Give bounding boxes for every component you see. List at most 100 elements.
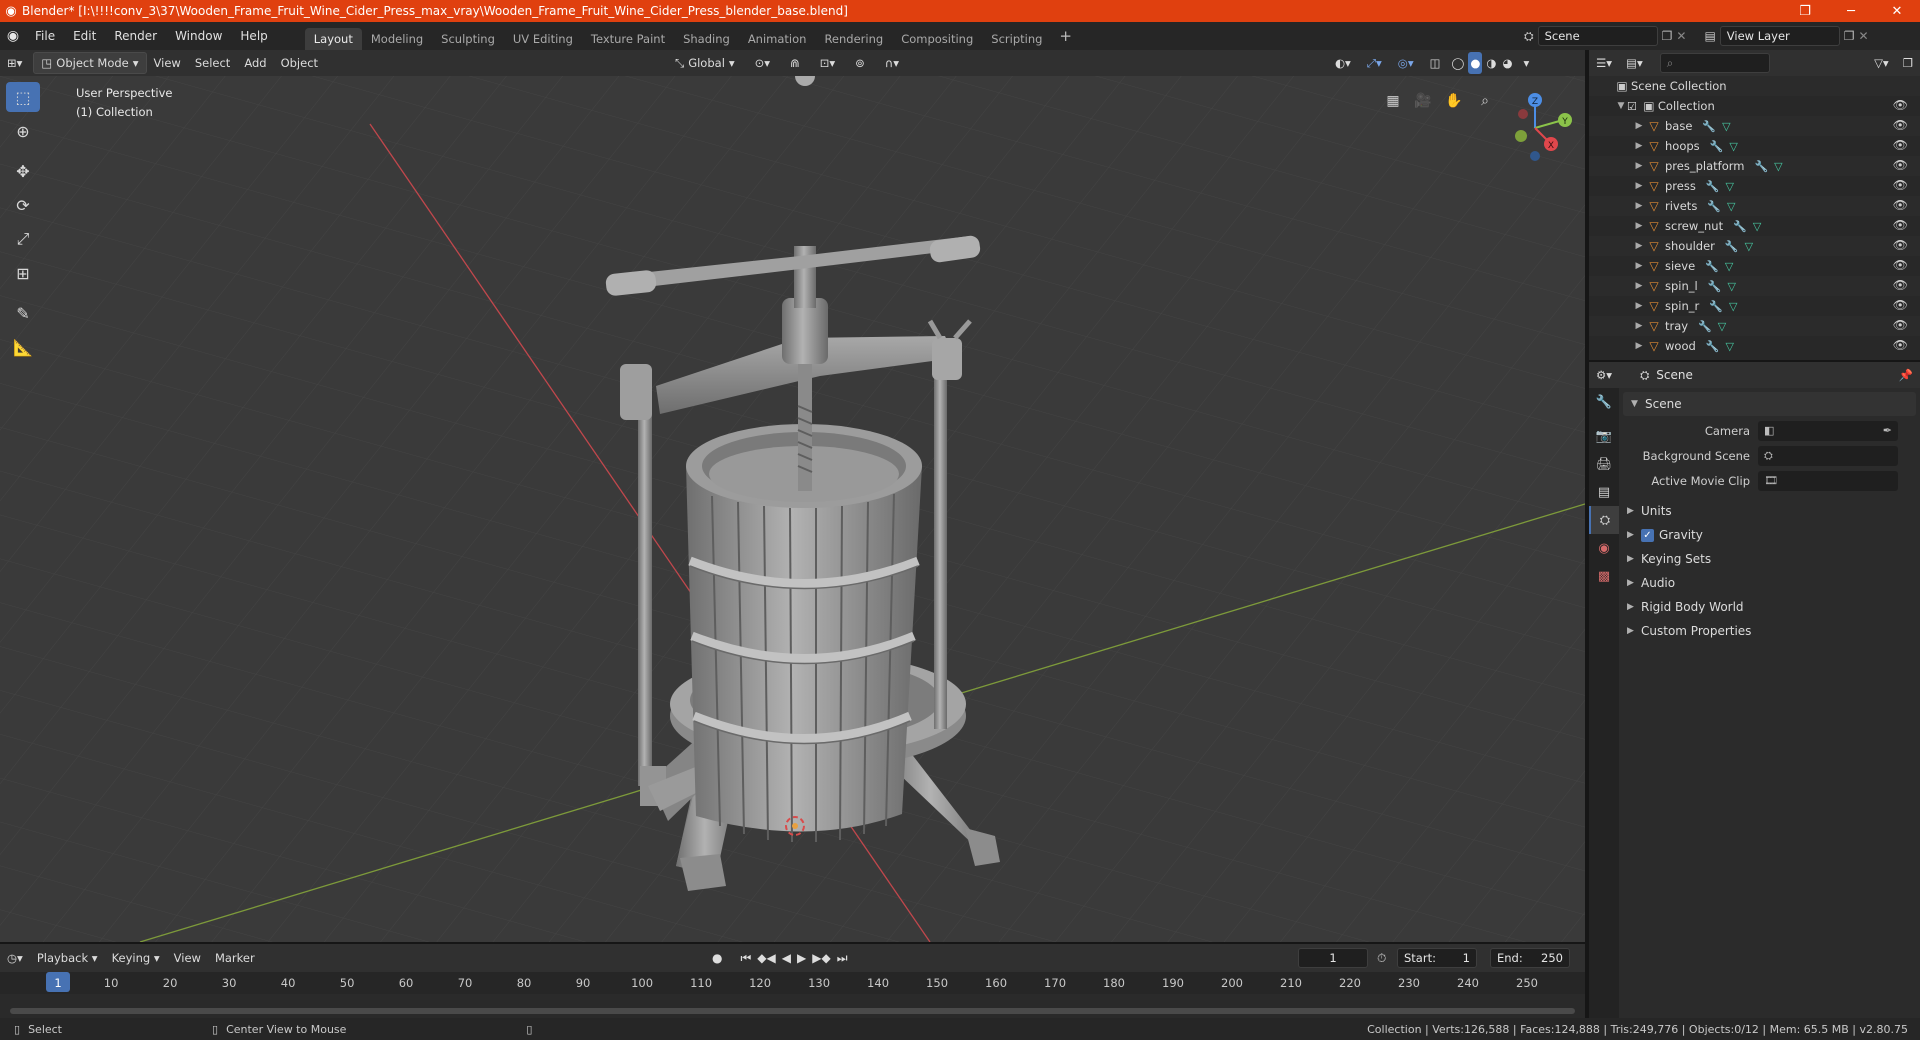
keying-sets-panel[interactable]: ▶ Keying Sets [1619,547,1920,571]
expand-arrow-icon[interactable]: ▶ [1633,261,1645,271]
checkbox-icon[interactable]: ☑ [1627,100,1637,113]
eye-icon[interactable]: 👁 [1893,198,1908,212]
pivot-icon[interactable]: ⊙▾ [748,52,777,74]
tab-animation[interactable]: Animation [739,28,816,50]
falloff-icon[interactable]: ∩▾ [878,52,906,74]
pin-icon[interactable]: 📌 [1892,364,1920,386]
outliner-row-screw-nut[interactable]: ▶ ▽ screw_nut 🔧 ▽ 👁 [1589,216,1920,236]
modifier-wrench-icon[interactable]: 🔧 [1754,160,1768,173]
eyedropper-icon[interactable]: ✒ [1883,424,1898,437]
add-workspace-icon[interactable]: + [1051,27,1080,45]
menu-render[interactable]: Render [105,22,166,50]
axis-gizmo[interactable]: Z Y X [1495,86,1575,166]
expand-arrow-icon[interactable]: ▼ [1615,101,1627,111]
outliner-row-shoulder[interactable]: ▶ ▽ shoulder 🔧 ▽ 👁 [1589,236,1920,256]
modifier-wrench-icon[interactable]: 🔧 [1709,300,1723,313]
tab-layout[interactable]: Layout [304,28,362,50]
display-mode-icon[interactable]: ▤▾ [1619,52,1650,74]
tab-modeling[interactable]: Modeling [362,28,432,50]
visibility-icon[interactable]: ◐▾ [1328,52,1358,74]
stopwatch-icon[interactable]: ⏱ [1377,951,1386,966]
active-movie-clip-field[interactable]: 🎞 [1758,470,1898,491]
modifier-wrench-icon[interactable]: 🔧 [1725,240,1739,253]
annotate-tool-icon[interactable]: ✎ [6,298,40,328]
view-layer-field[interactable]: View Layer [1719,26,1840,46]
expand-arrow-icon[interactable]: ▶ [1633,341,1645,351]
eye-icon[interactable]: 👁 [1893,278,1908,292]
camera-view-icon[interactable]: 🎥 [1410,88,1436,114]
play-icon[interactable]: ▶ [797,951,806,965]
eye-icon[interactable]: 👁 [1893,258,1908,272]
eye-icon[interactable]: 👁 [1893,338,1908,352]
outliner-row-pres-platform[interactable]: ▶ ▽ pres_platform 🔧 ▽ 👁 [1589,156,1920,176]
view-layer-props-tab-icon[interactable]: ▤ [1589,478,1619,506]
outliner-row-sieve[interactable]: ▶ ▽ sieve 🔧 ▽ 👁 [1589,256,1920,276]
menu-add[interactable]: Add [237,52,273,74]
new-scene-icon[interactable]: ❐ [1662,29,1673,43]
outliner-editor-type-icon[interactable]: ☰▾ [1589,52,1619,74]
properties-editor-type-icon[interactable]: ⚙▾ [1589,364,1619,386]
jump-end-icon[interactable]: ⏭ [837,951,848,966]
menu-timeline-view[interactable]: View [167,947,208,969]
tab-compositing[interactable]: Compositing [892,28,982,50]
world-props-tab-icon[interactable]: ◉ [1589,534,1619,562]
eye-icon[interactable]: 👁 [1893,238,1908,252]
new-view-layer-icon[interactable]: ❐ [1844,29,1855,43]
timeline[interactable]: 1 10 20 30 40 50 60 70 80 90 100 110 120 130 140 150 160… [0,972,1585,1018]
proportional-edit-icon[interactable]: ⊚ [848,52,872,74]
mesh-data-icon[interactable]: ▽ [1726,180,1734,193]
eye-icon[interactable]: 👁 [1893,138,1908,152]
camera-field[interactable]: ◧ ✒ [1758,420,1898,441]
tool-props-tab-icon[interactable]: 🔧 [1589,388,1619,416]
transform-tool-icon[interactable]: ⊞ [6,258,40,288]
rigid-body-world-panel[interactable]: ▶ Rigid Body World [1619,595,1920,619]
material-shading-icon[interactable]: ◑ [1484,52,1498,74]
outliner-row-scene-collection[interactable]: ▣ Scene Collection [1589,76,1920,96]
units-panel[interactable]: ▶ Units [1619,499,1920,523]
blender-menu-icon[interactable]: ◉ [0,28,26,44]
select-box-tool-icon[interactable]: ⬚ [6,82,40,112]
outliner-row-rivets[interactable]: ▶ ▽ rivets 🔧 ▽ 👁 [1589,196,1920,216]
expand-arrow-icon[interactable]: ▶ [1633,181,1645,191]
wireframe-shading-icon[interactable]: ◯ [1449,52,1466,74]
eye-icon[interactable]: 👁 [1893,118,1908,132]
outliner-row-spin-r[interactable]: ▶ ▽ spin_r 🔧 ▽ 👁 [1589,296,1920,316]
modifier-wrench-icon[interactable]: 🔧 [1702,120,1716,133]
mesh-data-icon[interactable]: ▽ [1745,240,1753,253]
modifier-wrench-icon[interactable]: 🔧 [1698,320,1712,333]
mesh-data-icon[interactable]: ▽ [1729,140,1737,153]
move-tool-icon[interactable]: ✥ [6,156,40,186]
expand-arrow-icon[interactable]: ▶ [1633,161,1645,171]
menu-window[interactable]: Window [166,22,231,50]
tab-uv-editing[interactable]: UV Editing [504,28,582,50]
tab-rendering[interactable]: Rendering [815,28,892,50]
3d-viewport[interactable]: ⬚ ⊕ ✥ ⟳ ⤢ ⊞ ✎ 📐 User Perspective (1) Col… [0,76,1585,942]
measure-tool-icon[interactable]: 📐 [6,332,40,362]
snap-icon[interactable]: ⋒ [783,52,807,74]
menu-edit[interactable]: Edit [64,22,105,50]
delete-scene-icon[interactable]: ✕ [1676,29,1686,43]
toggle-ortho-icon[interactable]: ▦ [1380,88,1406,114]
mesh-data-icon[interactable]: ▽ [1727,280,1735,293]
mesh-data-icon[interactable]: ▽ [1725,340,1733,353]
tab-sculpting[interactable]: Sculpting [432,28,504,50]
prev-keyframe-icon[interactable]: ◆◀ [757,951,775,965]
expand-arrow-icon[interactable]: ▶ [1633,121,1645,131]
modifier-wrench-icon[interactable]: 🔧 [1708,280,1722,293]
menu-view[interactable]: View [147,52,188,74]
eye-icon[interactable]: 👁 [1893,298,1908,312]
outliner-row-base[interactable]: ▶ ▽ base 🔧 ▽ 👁 [1589,116,1920,136]
cursor-tool-icon[interactable]: ⊕ [6,116,40,146]
tab-shading[interactable]: Shading [674,28,739,50]
overlay-icon[interactable]: ◎▾ [1391,52,1421,74]
mesh-data-icon[interactable]: ▽ [1718,320,1726,333]
expand-arrow-icon[interactable]: ▶ [1633,321,1645,331]
editor-type-icon[interactable]: ⊞▾ [0,52,29,74]
scene-props-tab-icon[interactable]: ⛭ [1589,506,1619,534]
modifier-wrench-icon[interactable]: 🔧 [1733,220,1747,233]
end-frame-field[interactable]: End: 250 [1490,948,1570,968]
scale-tool-icon[interactable]: ⤢ [6,224,40,254]
audio-panel[interactable]: ▶ Audio [1619,571,1920,595]
tab-texture-paint[interactable]: Texture Paint [582,28,674,50]
expand-arrow-icon[interactable]: ▶ [1633,281,1645,291]
